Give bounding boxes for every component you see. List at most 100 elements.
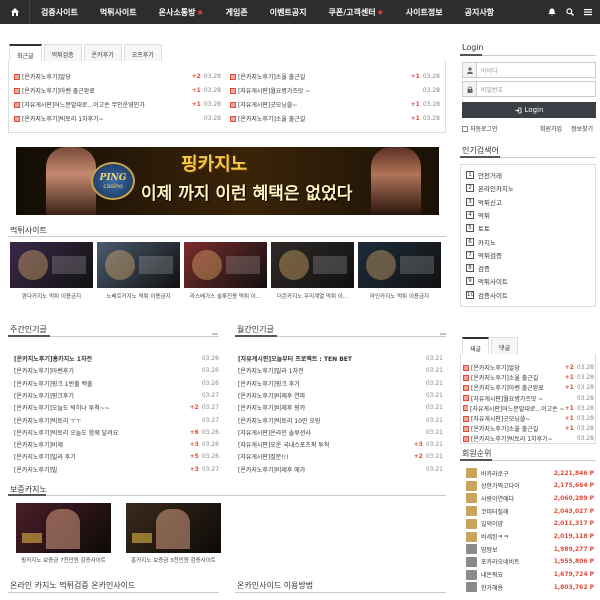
post-row[interactable]: [온카지노후기]비제 +3 03.26 (14, 440, 219, 449)
post-row[interactable]: [자유게시판]어느분말대로...이고손 무인운영인가 +1 03.28 (14, 100, 221, 109)
post-row[interactable]: [온카지노후기]빌 +3 03.27 (14, 465, 219, 474)
home-button[interactable] (0, 0, 30, 24)
menu-icon[interactable] (584, 8, 592, 16)
scam-site-caption[interactable]: 더콘카지노 우리계열 먹튀 이... (271, 292, 354, 300)
keyword-item[interactable]: 5 토토 (466, 223, 490, 233)
join-link[interactable]: 회원가입 (540, 124, 562, 133)
nav-item[interactable]: 쿠폰/고객센터 ★ (318, 0, 395, 24)
post-row[interactable]: [자유게시판]온라인 솔루션사 03.21 (238, 428, 443, 437)
bell-icon[interactable] (548, 8, 556, 16)
ranking-row[interactable]: 바카라로구 2,221,846 P (466, 468, 594, 478)
id-field[interactable]: 아이디 (462, 62, 596, 78)
post-row[interactable]: [자유게시판]월요병가즈앗 ~ 03.28 (230, 86, 440, 95)
auto-login-checkbox[interactable] (462, 125, 468, 132)
find-info-link[interactable]: 정보찾기 (571, 124, 593, 133)
guarantee-casino-caption[interactable]: 핑카지노 보증금 7천만원 검증사이트 (12, 557, 115, 565)
keyword-item[interactable]: 2 온라인카지노 (466, 183, 514, 193)
post-row[interactable]: [온카지노후기]빅토리 ㅜㅜ 03.27 (14, 416, 219, 425)
ranking-row[interactable]: 땀땀보 1,989,277 P (466, 544, 594, 555)
scam-site-caption[interactable]: 라스베가스 슬롯전용 먹튀 이... (184, 292, 267, 300)
ranking-row[interactable]: 내돈줘요 1,679,724 P (466, 569, 594, 580)
nav-item[interactable]: 이벤트공지 (259, 0, 318, 24)
search-icon[interactable] (566, 8, 574, 16)
keyword-item[interactable]: 4 먹튀 (466, 210, 490, 220)
post-row[interactable]: [온카지노후기]아벤 출근완료 +1 03.28 (463, 383, 594, 392)
post-row[interactable]: [온카지노후기]아벤후기 03.26 (14, 366, 219, 375)
casino-banner[interactable]: PING casino 핑카지노 이제 까지 이런 혜택은 없었다 (16, 147, 439, 215)
nav-item[interactable]: 먹튀사이트 (89, 0, 148, 24)
ranking-row[interactable]: 포카라오네비트 1,955,806 P (466, 556, 594, 567)
post-row[interactable]: [온카지노후기]빅토리 1차후기~ 03.28 (463, 434, 594, 443)
guarantee-casino-caption[interactable]: 홍카지노 보증금 3천만원 검증사이트 (122, 557, 225, 565)
keyword-item[interactable]: 3 먹튀신고 (466, 197, 502, 207)
nav-item[interactable]: 게임존 (215, 0, 259, 24)
post-row[interactable]: [온카지노후기]빌라 1차전 03.21 (238, 366, 443, 375)
password-field[interactable]: 비밀번호 (462, 81, 596, 97)
post-row[interactable]: [온카지노후기]아벤 출근완료 +1 03.28 (14, 86, 221, 95)
post-row[interactable]: [자유게시판]오운 국내스포츠픽 투척 +3 03.21 (238, 440, 443, 449)
keyword-rank: 7 (466, 250, 474, 259)
post-row[interactable]: [자유게시판]굿모닝쓸~ +1 03.28 (230, 100, 440, 109)
keyword-item[interactable]: 10 검증사이트 (466, 290, 508, 300)
post-row[interactable]: [자유게시판]오늘부터 프로젝트 : TEN BET 03.21 (238, 354, 443, 363)
keyword-item[interactable]: 6 카지노 (466, 237, 496, 247)
guarantee-casino-thumbnail[interactable] (16, 503, 111, 553)
scam-site-thumbnail[interactable] (97, 242, 180, 288)
post-row[interactable]: [온카지노후기]빅토리 오늘도 함께 달려요 +6 03.26 (14, 428, 219, 437)
keyword-label: 먹튀 (478, 211, 490, 220)
post-row[interactable]: [온카지노후기]핑크 후기 03.21 (238, 379, 443, 388)
post-date: 03.28 (576, 364, 594, 371)
post-row[interactable]: [온카지노후기]빌라 후기 +5 03.26 (14, 452, 219, 461)
post-row[interactable]: [온카지노후기]소울 출근길 +1 03.28 (230, 114, 440, 123)
auto-login[interactable]: 자동로그인 (462, 124, 498, 133)
post-row[interactable]: [온카지노후기]오늘도 빅히나 투척~~ +2 03.27 (14, 403, 219, 412)
ranking-row[interactable]: 상한가찍고다이 2,175,664 P (466, 480, 594, 491)
post-row[interactable]: [온카지노후기]비제후 연파 03.21 (238, 391, 443, 400)
post-row[interactable]: [온카지노후기]알당 +2 03.28 (14, 72, 221, 81)
post-row[interactable]: [온카지노후기]알당 +2 03.28 (463, 363, 594, 372)
nav-item[interactable]: 검증사이트 (30, 0, 89, 24)
post-row[interactable]: [자유게시판]굿모닝쓸~ +1 03.28 (463, 414, 594, 423)
scam-site-caption[interactable]: 라인카지노 먹튀 이용금지 (358, 292, 441, 300)
post-row[interactable]: [자유게시판]질문!!! +2 03.21 (238, 452, 443, 461)
keyword-rank: 9 (466, 277, 474, 286)
post-row[interactable]: [자유게시판]월요병가즈앗 ~ 03.28 (463, 394, 594, 403)
post-row[interactable]: [온카지노후기]빅토리 1차후기~ 03.28 (14, 114, 221, 123)
post-row[interactable]: [온카지노후기]소울 출근길 +1 03.28 (463, 424, 594, 433)
post-row[interactable]: [온카지노후기]비제후 핑카 03.21 (238, 403, 443, 412)
ranking-row[interactable]: 비세된ㅋㅋ 2,019,118 P (466, 531, 594, 542)
comment-count: +1 (564, 384, 574, 392)
post-row[interactable]: [온카지노후기]핑크후기 03.27 (14, 391, 219, 400)
guarantee-casino-thumbnail[interactable] (126, 503, 221, 553)
monthly-collapse-icon[interactable] (440, 331, 446, 337)
post-row[interactable]: [온카지노후기]비제후 애가 03.21 (238, 465, 443, 474)
ranking-row[interactable]: 사랑이연애다 2,060,289 P (466, 493, 594, 504)
keyword-item[interactable]: 8 검증 (466, 263, 490, 273)
post-title: [온카지노후기]핑크후기 (14, 392, 74, 400)
ranking-row[interactable]: 일억이얌 2,011,317 P (466, 518, 594, 529)
post-row[interactable]: [온카지노후기]빅토리 10만 오링 03.21 (238, 416, 443, 425)
scam-site-thumbnail[interactable] (271, 242, 354, 288)
post-row[interactable]: [온카지노후기]홍카지노 1차전 03.26 (14, 354, 219, 363)
nav-item[interactable]: 공지사항 (454, 0, 505, 24)
nav-item-label: 먹튀사이트 (99, 7, 137, 17)
scam-site-thumbnail[interactable] (184, 242, 267, 288)
keyword-item[interactable]: 1 안전거래 (466, 170, 502, 180)
keyword-item[interactable]: 7 먹튀검증 (466, 250, 502, 260)
keyword-item[interactable]: 9 먹튀사이트 (466, 276, 508, 286)
post-row[interactable]: [온카지노후기]소울 출근길 +1 03.28 (230, 72, 440, 81)
login-button[interactable]: Login (462, 102, 596, 118)
scam-site-caption[interactable]: 노베르카지노 먹튀 이용금지 (97, 292, 180, 300)
post-title: [온카지노후기]알당 (471, 365, 520, 372)
ranking-row[interactable]: 코피터질래 2,043,027 P (466, 506, 594, 517)
post-row[interactable]: [자유게시판]어느분말대로...이고손 ~ +1 03.28 (463, 404, 594, 413)
post-row[interactable]: [온카지노후기]핑크 1번출 백출 03.26 (14, 379, 219, 388)
weekly-collapse-icon[interactable] (212, 331, 218, 337)
scam-site-thumbnail[interactable] (358, 242, 441, 288)
nav-item[interactable]: 온사소통방 ★ (148, 0, 215, 24)
scam-site-caption[interactable]: 판다카지노 먹튀 이용금지 (10, 292, 93, 300)
scam-site-thumbnail[interactable] (10, 242, 93, 288)
nav-item[interactable]: 사이트정보 (395, 0, 454, 24)
post-row[interactable]: [온카지노후기]소울 출근길 +1 03.28 (463, 373, 594, 382)
ranking-row[interactable]: 한가해용 1,803,762 P (466, 582, 594, 593)
